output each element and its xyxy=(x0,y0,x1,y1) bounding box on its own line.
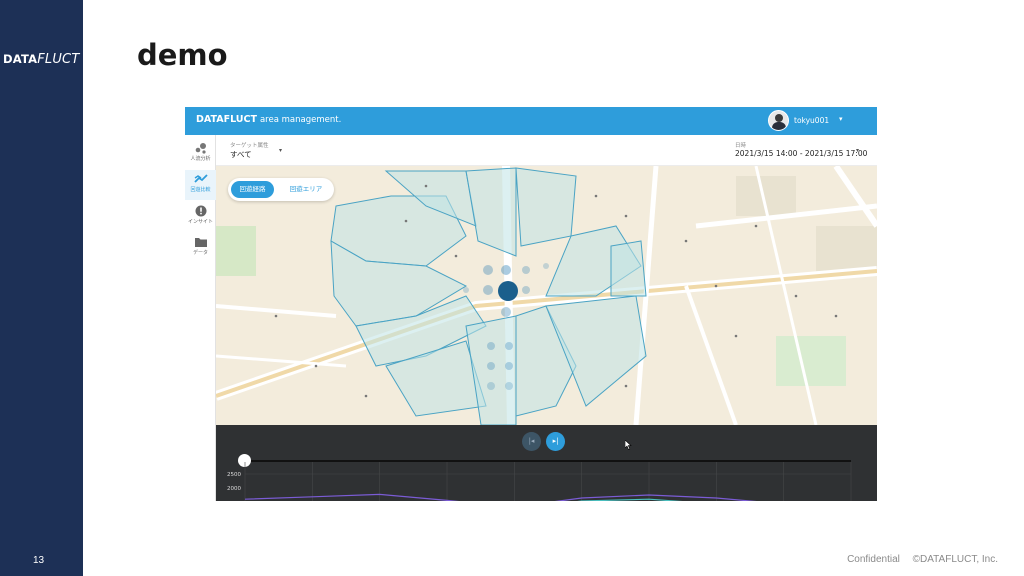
sidebar-item-label: 人流分析 xyxy=(190,156,211,162)
app-header: DATAFLUCT area management. tokyu001 ▾ xyxy=(185,107,877,135)
chart-series-line-0 xyxy=(244,493,757,501)
app-window: DATAFLUCT area management. tokyu001 ▾ 人流分… xyxy=(185,107,877,501)
area-polygon xyxy=(610,240,647,297)
park-area xyxy=(776,336,846,386)
sidebar-item-route-compare[interactable]: 回遊比較 xyxy=(185,170,216,200)
date-filter-select[interactable]: 2021/3/15 14:00 - 2021/3/15 17:00 xyxy=(735,149,867,158)
density-dot xyxy=(483,285,493,295)
sidebar-item-data[interactable]: データ xyxy=(185,233,216,263)
avatar-head xyxy=(775,114,783,122)
page-number: 13 xyxy=(33,555,45,566)
chart-series-line-1 xyxy=(577,498,683,501)
density-dot xyxy=(487,362,495,370)
chevron-down-icon[interactable]: ▾ xyxy=(856,147,859,154)
chevron-down-icon[interactable]: ▾ xyxy=(279,147,282,154)
app-logo[interactable]: DATAFLUCT area management. xyxy=(196,114,341,125)
slide-title: demo xyxy=(137,38,228,72)
density-dot xyxy=(505,362,513,370)
dataFluct-logo: DATAFLUCT xyxy=(3,52,81,74)
target-filter-select[interactable]: すべて xyxy=(230,149,252,160)
avatar[interactable] xyxy=(768,110,789,131)
density-dot xyxy=(522,286,530,294)
sidebar-item-label: データ xyxy=(192,250,208,256)
density-dot xyxy=(543,263,549,269)
slide-sidebar: DATAFLUCT 13 xyxy=(0,0,83,576)
avatar-body xyxy=(772,122,786,130)
filter-bar: ターゲット属性 すべて ▾ 日時 2021/3/15 14:00 - 2021/… xyxy=(216,135,877,166)
people-flow-icon xyxy=(194,142,208,154)
folder-icon xyxy=(194,236,208,248)
app-logo-sub: area management. xyxy=(259,115,342,125)
alert-icon xyxy=(194,205,208,217)
sidebar-item-label: 回遊比較 xyxy=(190,187,211,193)
chevron-down-icon[interactable]: ▾ xyxy=(839,115,843,123)
slide-footer: Confidential ©DATAFLUCT, Inc. xyxy=(837,554,998,565)
density-dot xyxy=(487,342,495,350)
prev-button[interactable]: |◂ xyxy=(522,432,541,451)
density-dot xyxy=(505,342,513,350)
density-dot xyxy=(501,265,511,275)
app-logo-main: DATAFLUCT xyxy=(196,114,257,125)
logo-text-fluct: FLUCT xyxy=(37,52,80,67)
route-compare-icon xyxy=(193,173,208,185)
map-view[interactable]: 回遊経路 回遊エリア xyxy=(216,166,877,425)
sidebar-item-people-flow[interactable]: 人流分析 xyxy=(185,139,216,169)
density-dot xyxy=(483,265,493,275)
tab-area[interactable]: 回遊エリア xyxy=(281,181,331,198)
density-dot xyxy=(505,382,513,390)
selected-area-marker[interactable] xyxy=(498,281,518,301)
footer-confidential: Confidential xyxy=(847,554,900,565)
next-button[interactable]: ▸| xyxy=(546,432,565,451)
map-mode-tabs: 回遊経路 回遊エリア xyxy=(228,178,334,201)
timeline-chart xyxy=(244,462,852,501)
app-sidebar: 人流分析 回遊比較 インサイト データ xyxy=(185,135,216,501)
target-filter-label: ターゲット属性 xyxy=(230,143,269,149)
map-canvas xyxy=(216,166,877,425)
user-name[interactable]: tokyu001 xyxy=(794,116,829,125)
density-dot xyxy=(522,266,530,274)
mouse-cursor-icon xyxy=(625,440,632,450)
sidebar-item-label: インサイト xyxy=(187,219,213,225)
sidebar-item-insight[interactable]: インサイト xyxy=(185,202,216,232)
density-dot xyxy=(463,287,469,293)
footer-copyright: ©DATAFLUCT, Inc. xyxy=(912,554,998,565)
density-dot xyxy=(501,307,511,317)
tab-route[interactable]: 回遊経路 xyxy=(231,181,274,198)
map-block xyxy=(816,226,877,271)
area-polygon xyxy=(515,167,577,247)
logo-text-data: DATA xyxy=(3,52,38,66)
date-filter-label: 日時 xyxy=(735,143,747,149)
park-area xyxy=(216,226,256,276)
timeline-player: |◂ ▸| 2500 2000 xyxy=(216,425,877,501)
density-dot xyxy=(487,382,495,390)
